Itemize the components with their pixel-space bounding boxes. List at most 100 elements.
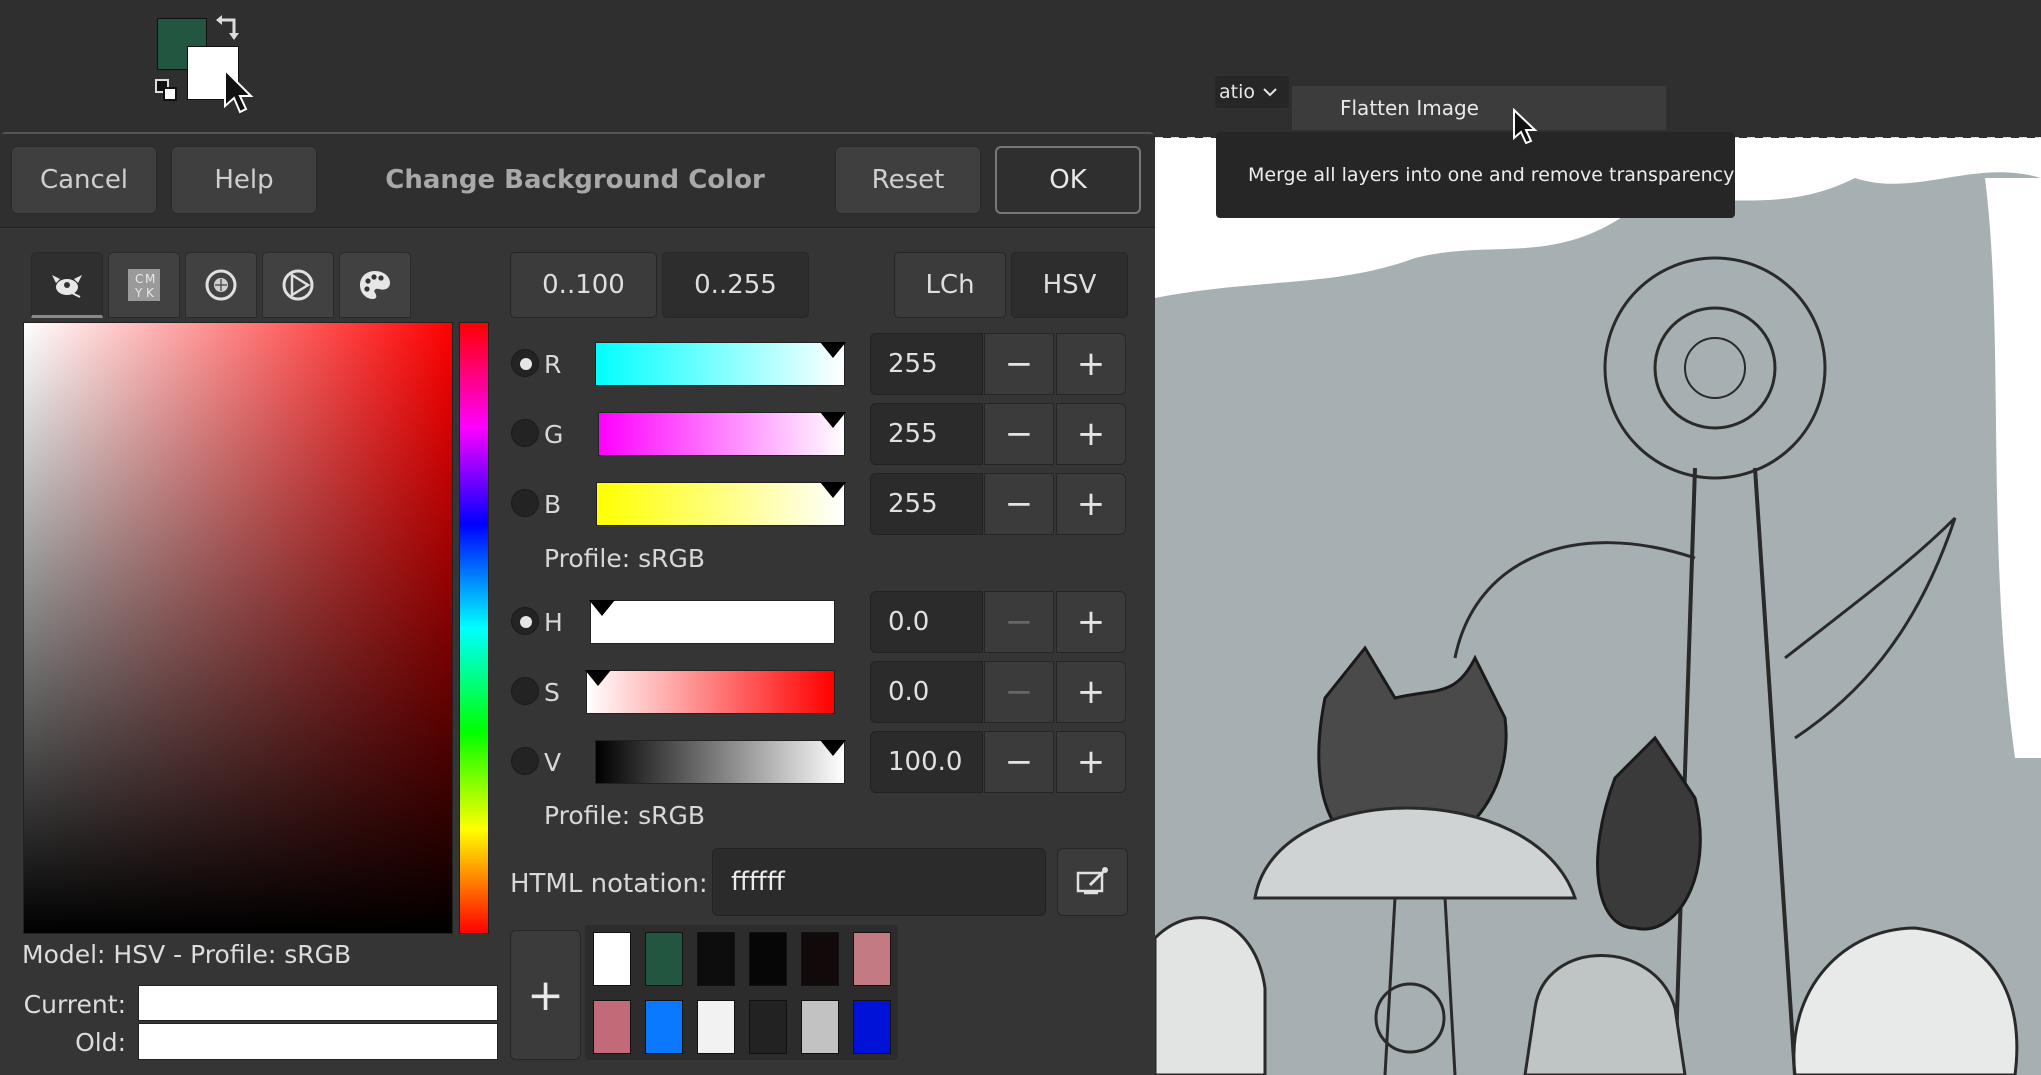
h-increment-button[interactable]: + <box>1056 591 1126 653</box>
r-channel-label: R <box>544 349 562 379</box>
b-channel-radio[interactable] <box>511 489 539 517</box>
g-value-input[interactable]: 255 <box>870 403 983 465</box>
gimp-icon <box>52 275 82 298</box>
history-swatch[interactable] <box>593 932 631 986</box>
g-channel-slider[interactable] <box>598 412 846 456</box>
triangle-icon <box>282 269 314 301</box>
tab-cmyk-selector[interactable]: C M Y K <box>108 252 180 318</box>
b-channel-label: B <box>544 489 562 519</box>
color-history <box>585 925 898 1060</box>
ok-button[interactable]: OK <box>995 146 1141 214</box>
history-swatch[interactable] <box>749 1000 787 1054</box>
s-value-input[interactable]: 0.0 <box>870 661 983 723</box>
html-notation-label: HTML notation: <box>510 869 708 899</box>
saturation-value-plane[interactable] <box>23 322 453 934</box>
b-value-input[interactable]: 255 <box>870 473 983 535</box>
g-increment-button[interactable]: + <box>1056 403 1126 465</box>
image-canvas[interactable] <box>1155 138 2041 1075</box>
range-0-255-button[interactable]: 0..255 <box>662 252 809 318</box>
history-swatch[interactable] <box>749 932 787 986</box>
g-channel-radio[interactable] <box>511 419 539 447</box>
g-channel-label: G <box>544 419 564 449</box>
v-channel-radio[interactable] <box>511 747 539 775</box>
v-channel-label: V <box>544 747 562 777</box>
tab-wheel-selector[interactable] <box>185 252 257 318</box>
slider-handle-icon <box>820 482 846 498</box>
b-channel-slider[interactable] <box>596 482 846 526</box>
v-decrement-button[interactable]: − <box>984 731 1054 793</box>
cancel-button[interactable]: Cancel <box>11 146 157 214</box>
hue-strip[interactable] <box>459 322 489 934</box>
b-increment-button[interactable]: + <box>1056 473 1126 535</box>
v-value-input[interactable]: 100.0 <box>870 731 983 793</box>
v-increment-button[interactable]: + <box>1056 731 1126 793</box>
tooltip: Merge all layers into one and remove tra… <box>1216 132 1735 218</box>
history-swatch[interactable] <box>645 1000 683 1054</box>
dialog-title: Change Background Color <box>385 165 765 195</box>
h-channel-slider[interactable] <box>589 600 835 644</box>
s-decrement-button[interactable]: − <box>984 661 1054 723</box>
hsv-profile-label: Profile: sRGB <box>544 801 706 830</box>
history-swatch[interactable] <box>593 1000 631 1054</box>
tooltip-text: Merge all layers into one and remove tra… <box>1248 164 1735 186</box>
r-channel-radio[interactable] <box>511 349 539 377</box>
r-increment-button[interactable]: + <box>1056 333 1126 395</box>
svg-text:M: M <box>145 272 155 286</box>
h-value-input[interactable]: 0.0 <box>870 591 983 653</box>
s-channel-label: S <box>544 677 560 707</box>
svg-text:Y: Y <box>134 286 143 300</box>
hsv-button[interactable]: HSV <box>1011 252 1128 318</box>
r-decrement-button[interactable]: − <box>984 333 1054 395</box>
cmyk-icon: C M Y K <box>128 269 160 301</box>
chevron-down-icon <box>1263 88 1277 97</box>
b-decrement-button[interactable]: − <box>984 473 1054 535</box>
menu-item-label: Flatten Image <box>1340 96 1479 120</box>
svg-text:C: C <box>135 272 143 286</box>
eyedropper-icon <box>1076 867 1108 895</box>
lch-button[interactable]: LCh <box>894 252 1006 318</box>
h-channel-radio[interactable] <box>511 607 539 635</box>
old-color-swatch[interactable] <box>138 1023 498 1060</box>
history-swatch[interactable] <box>853 1000 891 1054</box>
mouse-cursor-icon <box>224 68 254 114</box>
history-swatch[interactable] <box>801 1000 839 1054</box>
swap-colors-icon[interactable] <box>214 14 242 42</box>
palette-icon <box>360 271 390 299</box>
s-channel-slider[interactable] <box>585 670 835 714</box>
color-model-label: Model: HSV - Profile: sRGB <box>22 940 352 969</box>
ratio-dropdown-label: atio <box>1219 81 1255 103</box>
slider-handle-icon <box>820 740 846 756</box>
default-colors-icon[interactable] <box>154 78 182 102</box>
slider-handle-icon <box>820 412 846 428</box>
history-swatch[interactable] <box>697 932 735 986</box>
slider-handle-icon <box>585 670 611 686</box>
slider-handle-icon <box>820 342 846 358</box>
help-button[interactable]: Help <box>171 146 317 214</box>
tab-triangle-selector[interactable] <box>262 252 334 318</box>
mouse-cursor-icon <box>1513 108 1538 145</box>
history-swatch[interactable] <box>853 932 891 986</box>
current-color-label: Current: <box>23 990 126 1019</box>
history-swatch[interactable] <box>645 932 683 986</box>
html-notation-input[interactable]: ffffff <box>712 848 1046 916</box>
wheel-icon <box>205 269 237 301</box>
v-channel-slider[interactable] <box>595 740 846 784</box>
canvas-drawing <box>1155 138 2041 1075</box>
h-decrement-button[interactable]: − <box>984 591 1054 653</box>
s-increment-button[interactable]: + <box>1056 661 1126 723</box>
h-channel-label: H <box>544 607 563 637</box>
r-value-input[interactable]: 255 <box>870 333 983 395</box>
ratio-dropdown[interactable]: atio <box>1215 76 1289 108</box>
history-swatch[interactable] <box>801 932 839 986</box>
reset-button[interactable]: Reset <box>835 146 981 214</box>
range-0-100-button[interactable]: 0..100 <box>510 252 657 318</box>
color-picker-button[interactable] <box>1057 848 1128 916</box>
r-channel-slider[interactable] <box>595 342 846 386</box>
menu-item-flatten-image[interactable]: Flatten Image <box>1292 86 1666 130</box>
add-to-history-button[interactable]: + <box>510 930 581 1060</box>
s-channel-radio[interactable] <box>511 677 539 705</box>
history-swatch[interactable] <box>697 1000 735 1054</box>
tab-gimp-selector[interactable] <box>31 252 103 318</box>
g-decrement-button[interactable]: − <box>984 403 1054 465</box>
tab-palette-selector[interactable] <box>339 252 411 318</box>
